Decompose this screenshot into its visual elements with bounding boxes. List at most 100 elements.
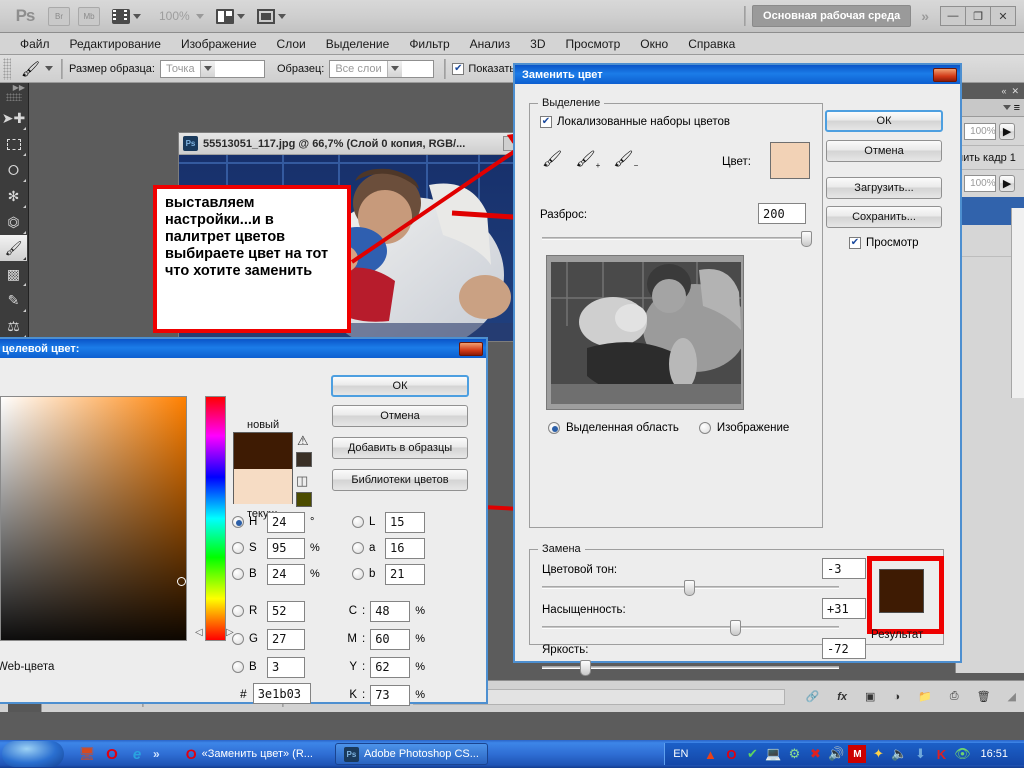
menu-item-3d[interactable]: 3D — [520, 34, 555, 54]
replace-color-save-button[interactable]: Сохранить... — [826, 206, 942, 228]
menu-item-layers[interactable]: Слои — [267, 34, 316, 54]
menu-item-image[interactable]: Изображение — [171, 34, 267, 54]
security-ok-icon[interactable]: ✔ — [743, 745, 761, 763]
tool-brush[interactable]: ✎ — [0, 287, 27, 313]
web-colors-row[interactable]: Web-цвета — [0, 661, 54, 673]
brightness-field-value[interactable]: 24 — [267, 563, 305, 585]
cyan-value[interactable]: 48 — [370, 600, 411, 622]
sound-icon[interactable]: 🔈 — [890, 745, 908, 763]
update-icon[interactable]: ⚙ — [785, 745, 803, 763]
mini-bridge-button[interactable]: Mb — [78, 6, 100, 26]
add-to-swatches-button[interactable]: Добавить в образцы — [332, 437, 468, 459]
delete-layer-button[interactable]: 🗑 — [977, 690, 991, 703]
color-picker-title-bar[interactable]: целевой цвет: — [0, 339, 486, 358]
replace-color-preview-checkbox[interactable]: ✔ — [849, 237, 861, 249]
green-field-value[interactable]: 27 — [267, 628, 305, 650]
replace-color-load-button[interactable]: Загрузить... — [826, 177, 942, 199]
quick-launch-overflow-icon[interactable]: » — [153, 747, 160, 761]
saturation-value[interactable]: +31 — [822, 598, 866, 619]
language-indicator[interactable]: EN — [673, 748, 688, 760]
hex-field-value[interactable]: 3e1b03 — [252, 683, 311, 704]
tool-move[interactable]: ➤✚ — [0, 105, 27, 131]
preview-mode-selection-radio[interactable] — [548, 422, 560, 434]
kaspersky-icon[interactable]: K — [932, 745, 950, 763]
start-button[interactable] — [2, 741, 64, 767]
add-layer-mask-button[interactable]: ▣ — [865, 690, 875, 703]
taskbar-window-photoshop[interactable]: Ps Adobe Photoshop CS... — [334, 743, 488, 765]
panel-collapse-icon[interactable]: « — [1001, 86, 1006, 96]
close-icon[interactable] — [933, 67, 957, 82]
replace-color-ok-button[interactable]: ОК — [825, 110, 943, 132]
menu-item-edit[interactable]: Редактирование — [60, 34, 171, 54]
selection-preview-thumbnail[interactable] — [546, 255, 744, 410]
color-field[interactable] — [0, 396, 187, 641]
panel-close-icon[interactable]: ✕ — [1011, 86, 1019, 97]
mail-icon[interactable]: M — [848, 745, 867, 763]
tools-collapse-icon[interactable]: ▶▶ — [0, 83, 28, 93]
replace-color-cancel-button[interactable]: Отмена — [826, 140, 942, 162]
hue-field-value[interactable]: 24 — [267, 511, 305, 533]
brightness-radio[interactable] — [232, 568, 244, 580]
eye-icon[interactable]: 👁 — [953, 745, 971, 763]
window-restore-button[interactable]: ❐ — [965, 6, 991, 26]
window-minimize-button[interactable]: — — [940, 6, 966, 26]
saturation-radio[interactable] — [232, 542, 244, 554]
window-close-button[interactable]: ✕ — [990, 6, 1016, 26]
active-tool-preset[interactable]: 🖌 — [21, 60, 54, 78]
tool-eyedropper[interactable]: 🖌 — [0, 235, 27, 261]
menu-item-filter[interactable]: Фильтр — [399, 34, 459, 54]
network-icon[interactable]: 💻 — [764, 745, 782, 763]
arrange-documents-button[interactable] — [215, 8, 245, 24]
zoom-chevron-down-icon[interactable] — [195, 13, 204, 19]
black-value[interactable]: 73 — [370, 684, 411, 706]
hue-value[interactable]: -3 — [822, 558, 866, 579]
tool-clone-stamp[interactable]: ⚖ — [0, 313, 27, 339]
localized-clusters-checkbox[interactable]: ✔ — [540, 116, 552, 128]
chevron-down-icon[interactable] — [1002, 105, 1011, 110]
link-layers-button[interactable]: 🔗 — [806, 690, 820, 703]
saturation-slider-knob[interactable] — [730, 620, 741, 636]
panel-scrollbar[interactable] — [1011, 208, 1024, 398]
sample-select[interactable]: Все слои — [329, 59, 435, 78]
lab-a-value[interactable]: 16 — [385, 537, 425, 559]
resize-grip[interactable]: ◢ — [1008, 690, 1016, 703]
lightness-slider[interactable] — [542, 660, 839, 676]
weather-icon[interactable]: ✦ — [869, 745, 887, 763]
close-icon[interactable] — [459, 341, 483, 356]
workspace-button[interactable]: Основная рабочая среда — [752, 5, 912, 27]
color-picker-cancel-button[interactable]: Отмена — [332, 405, 468, 427]
avast-icon[interactable]: ▲ — [701, 745, 719, 763]
new-adjustment-layer-button[interactable]: ◑ — [893, 691, 900, 703]
lab-l-radio[interactable] — [352, 516, 364, 528]
lab-a-radio[interactable] — [352, 542, 364, 554]
view-extras-button[interactable] — [112, 8, 141, 24]
lab-b-value[interactable]: 21 — [385, 563, 425, 585]
green-radio[interactable] — [232, 633, 244, 645]
panel-menu-icon[interactable]: ≡ — [1014, 102, 1020, 114]
eyedropper-subtract-icon[interactable]: 🖌− — [613, 149, 638, 170]
lab-b-radio[interactable] — [352, 568, 364, 580]
yellow-value[interactable]: 62 — [370, 656, 411, 678]
document-title-bar[interactable]: Ps 55513051_117.jpg @ 66,7% (Слой 0 копи… — [179, 133, 522, 155]
tool-crop[interactable]: ⏣ — [0, 209, 27, 235]
preview-mode-image-radio[interactable] — [698, 422, 711, 434]
red-radio[interactable] — [232, 605, 244, 617]
result-swatch[interactable] — [879, 569, 924, 613]
menu-item-window[interactable]: Окно — [630, 34, 678, 54]
internet-explorer-icon[interactable]: e — [128, 745, 146, 763]
error-icon[interactable]: ✖ — [806, 745, 824, 763]
fuzziness-slider[interactable] — [542, 231, 812, 247]
tool-lasso[interactable]: ⭘ — [0, 157, 27, 183]
color-picker-ok-button[interactable]: ОК — [331, 375, 469, 397]
tool-healing-brush[interactable]: ▩ — [0, 261, 27, 287]
volume-icon[interactable]: 🔊 — [827, 745, 845, 763]
menu-item-analysis[interactable]: Анализ — [460, 34, 521, 54]
sample-size-select[interactable]: Точка — [159, 59, 265, 78]
new-group-button[interactable]: 📁 — [918, 690, 932, 703]
replace-color-title-bar[interactable]: Заменить цвет — [515, 65, 960, 84]
hue-slider[interactable] — [205, 396, 226, 641]
opacity-expand-button-1[interactable]: ▶ — [999, 122, 1016, 140]
download-icon[interactable]: ⬇ — [911, 745, 929, 763]
workspace-overflow-icon[interactable]: » — [921, 8, 929, 24]
hue-radio[interactable] — [232, 516, 244, 528]
